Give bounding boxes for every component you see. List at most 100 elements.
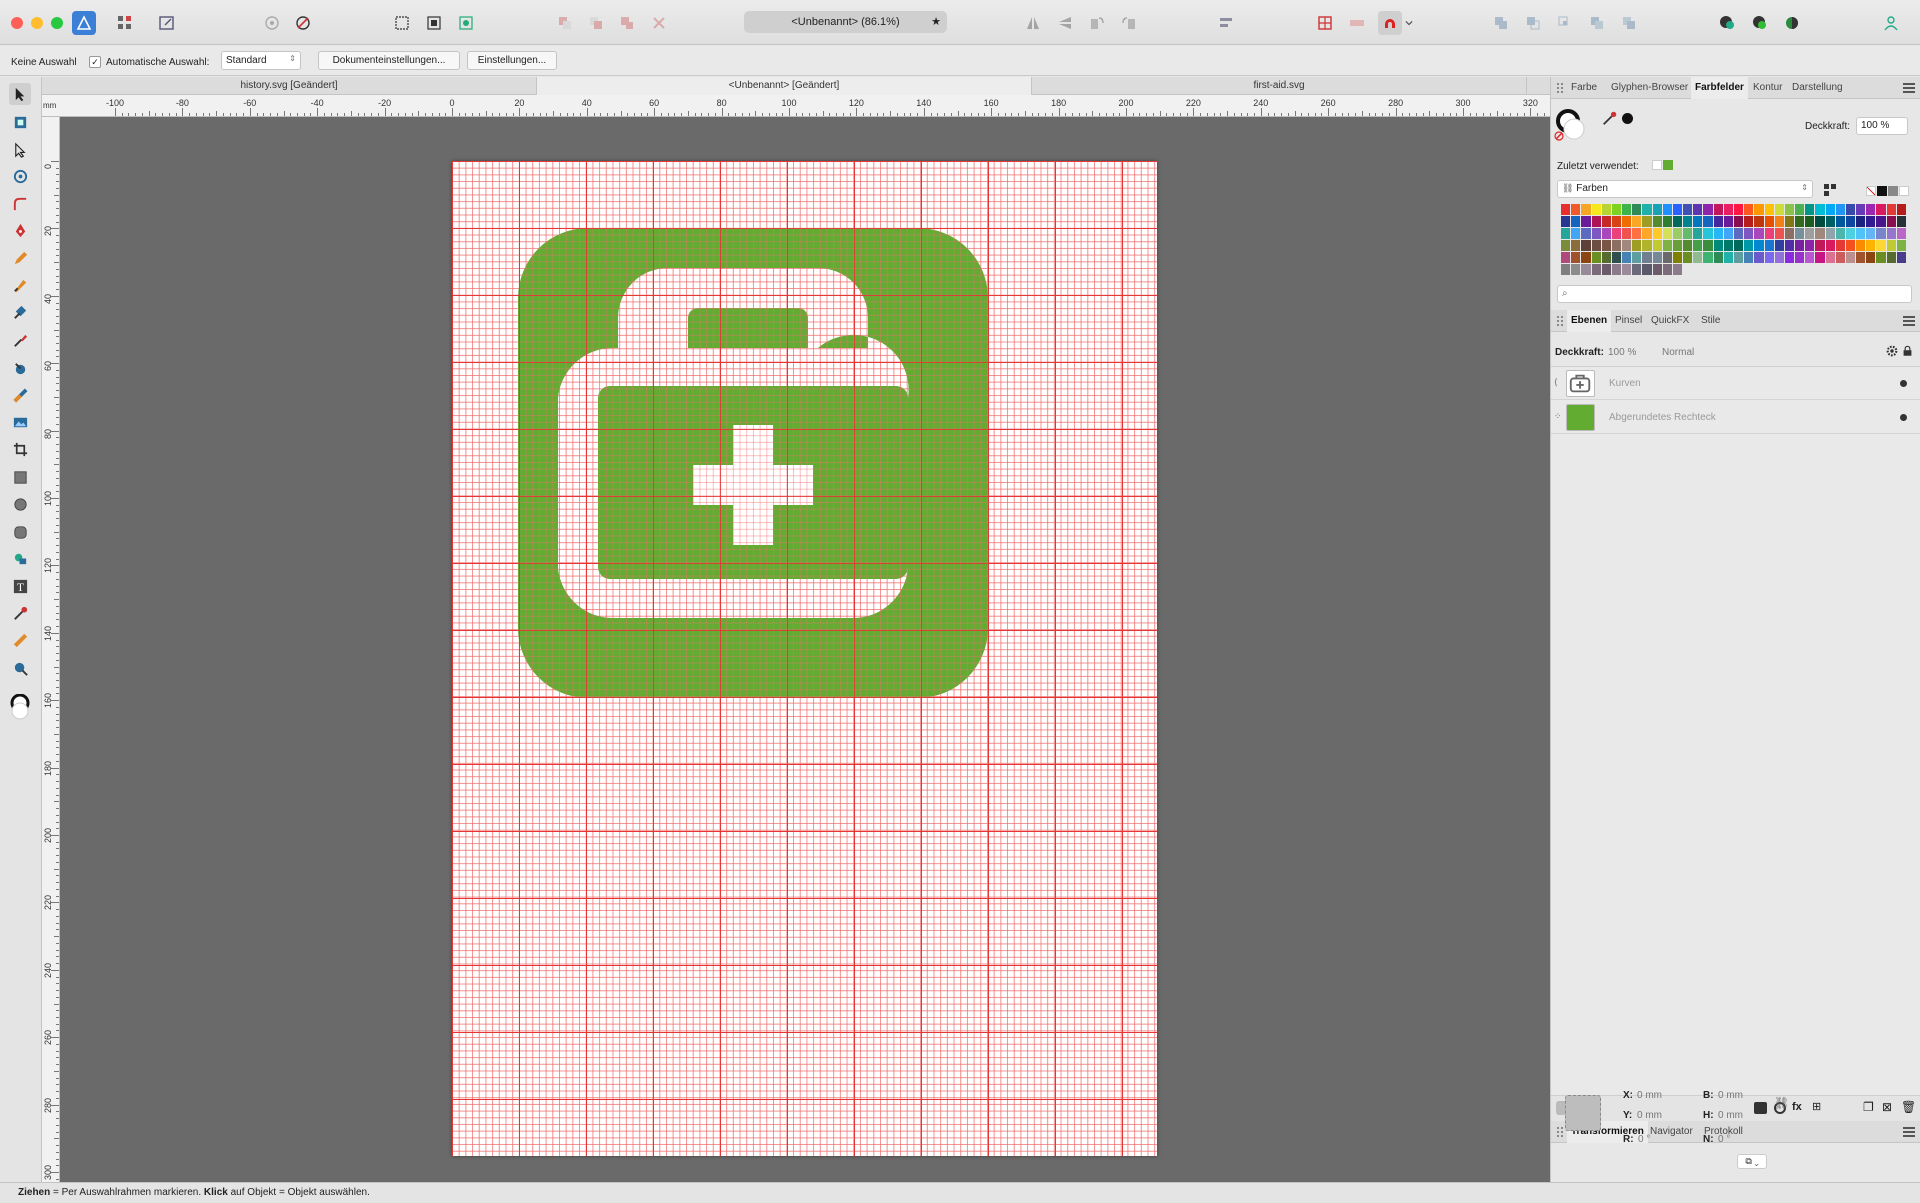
color-swatch[interactable] — [1561, 240, 1571, 251]
white-swatch[interactable] — [1899, 186, 1909, 196]
anchor-selector-icon[interactable] — [1565, 1095, 1601, 1131]
color-swatch[interactable] — [1601, 252, 1611, 263]
preview-mode-icon[interactable] — [1780, 11, 1804, 35]
layer-visibility-icon[interactable] — [1900, 380, 1907, 387]
color-swatch[interactable] — [1591, 204, 1601, 215]
color-swatch[interactable] — [1876, 204, 1886, 215]
color-swatch[interactable] — [1591, 228, 1601, 239]
canvas-area[interactable] — [60, 117, 1550, 1182]
color-swatch[interactable] — [1835, 216, 1845, 227]
color-swatch[interactable] — [1734, 240, 1744, 251]
color-swatch[interactable] — [1622, 252, 1632, 263]
point-transform-tool-icon[interactable] — [9, 165, 31, 187]
color-swatch[interactable] — [1754, 204, 1764, 215]
ellipse-tool-icon[interactable] — [9, 493, 31, 515]
color-swatch[interactable] — [1744, 216, 1754, 227]
fill-stroke-selector-icon[interactable] — [1554, 107, 1594, 143]
color-swatch[interactable] — [1561, 216, 1571, 227]
tab-darstellung[interactable]: Darstellung — [1788, 77, 1847, 99]
document-settings-button[interactable]: Dokumenteinstellungen... — [318, 51, 460, 70]
color-swatch[interactable] — [1886, 216, 1896, 227]
color-swatch[interactable] — [1622, 228, 1632, 239]
snapping-dropdown-chevron-icon[interactable] — [1402, 11, 1416, 35]
color-swatch[interactable] — [1815, 204, 1825, 215]
color-swatch[interactable] — [1581, 228, 1591, 239]
color-swatch[interactable] — [1642, 204, 1652, 215]
color-swatch[interactable] — [1703, 204, 1713, 215]
color-swatch[interactable] — [1571, 204, 1581, 215]
color-swatch[interactable] — [1703, 252, 1713, 263]
color-swatch[interactable] — [1866, 228, 1876, 239]
color-swatch[interactable] — [1815, 240, 1825, 251]
color-swatch[interactable] — [1805, 228, 1815, 239]
layer-expand-icon[interactable]: ⁘ — [1554, 411, 1562, 422]
color-swatch[interactable] — [1856, 252, 1866, 263]
color-swatch-grid[interactable] — [1561, 204, 1906, 275]
panel-menu-icon[interactable] — [1903, 1127, 1915, 1137]
color-swatch[interactable] — [1876, 228, 1886, 239]
color-swatch[interactable] — [1662, 252, 1672, 263]
b-value-field[interactable]: 0 mm — [1718, 1090, 1743, 1101]
color-swatch[interactable] — [1683, 240, 1693, 251]
boolean-add-icon[interactable] — [1489, 11, 1513, 35]
palette-grid-view-icon[interactable] — [1823, 183, 1837, 197]
color-swatch[interactable] — [1642, 252, 1652, 263]
zoom-tool-icon[interactable] — [9, 657, 31, 679]
color-swatch[interactable] — [1632, 216, 1642, 227]
color-swatch[interactable] — [1835, 252, 1845, 263]
color-swatch[interactable] — [1784, 228, 1795, 239]
color-swatch[interactable] — [1764, 228, 1774, 239]
color-swatch[interactable] — [1744, 204, 1754, 215]
rectangle-tool-icon[interactable] — [9, 466, 31, 488]
color-swatch[interactable] — [1723, 252, 1733, 263]
h-value-field[interactable]: 0 mm — [1718, 1110, 1743, 1121]
vector-brush-tool-icon[interactable] — [9, 274, 31, 296]
swatch-search-input[interactable]: ⌕ — [1557, 285, 1912, 303]
gray-swatch[interactable] — [1888, 186, 1898, 196]
layer-visibility-icon[interactable] — [1900, 414, 1907, 421]
recent-swatch-green[interactable] — [1663, 160, 1673, 170]
add-layer-icon[interactable]: ❐ — [1863, 1100, 1874, 1114]
move-tool-icon[interactable] — [9, 83, 31, 105]
rotate-left-icon[interactable] — [1085, 11, 1109, 35]
color-swatch[interactable] — [1571, 228, 1581, 239]
move-forward-icon[interactable] — [584, 11, 608, 35]
color-swatch[interactable] — [1672, 228, 1683, 239]
color-swatch[interactable] — [1795, 204, 1805, 215]
color-swatch[interactable] — [1774, 228, 1784, 239]
color-swatch[interactable] — [1713, 204, 1723, 215]
swatch-opacity-field[interactable]: 100 % — [1856, 117, 1908, 135]
color-swatch[interactable] — [1734, 228, 1744, 239]
color-swatch[interactable] — [1825, 204, 1835, 215]
color-swatch[interactable] — [1693, 228, 1703, 239]
color-swatch[interactable] — [1693, 240, 1703, 251]
color-swatch[interactable] — [1784, 240, 1795, 251]
color-swatch[interactable] — [1876, 216, 1886, 227]
rounded-rectangle-tool-icon[interactable] — [9, 521, 31, 543]
color-swatch[interactable] — [1601, 228, 1611, 239]
x-value-field[interactable]: 0 mm — [1637, 1090, 1662, 1101]
mask-layer-icon[interactable] — [1754, 1102, 1767, 1114]
color-swatch[interactable] — [1713, 228, 1723, 239]
color-swatch[interactable] — [1632, 228, 1642, 239]
export-persona-icon[interactable] — [155, 11, 179, 35]
link-proportions-icon[interactable]: ⛓ — [1774, 1096, 1789, 1110]
color-swatch[interactable] — [1571, 264, 1581, 275]
color-swatch[interactable] — [1774, 216, 1784, 227]
color-swatch[interactable] — [1795, 252, 1805, 263]
color-swatch[interactable] — [1866, 204, 1876, 215]
color-swatch[interactable] — [1896, 252, 1906, 263]
color-swatch[interactable] — [1622, 216, 1632, 227]
flip-horizontal-icon[interactable] — [1021, 11, 1045, 35]
color-swatch[interactable] — [1856, 204, 1866, 215]
corner-tool-icon[interactable] — [9, 193, 31, 215]
color-swatch[interactable] — [1632, 252, 1642, 263]
pen-tool-icon[interactable] — [9, 219, 31, 241]
color-swatch[interactable] — [1896, 216, 1906, 227]
live-filter-icon[interactable]: ⊞ — [1812, 1100, 1821, 1113]
color-swatch[interactable] — [1784, 204, 1795, 215]
color-swatch[interactable] — [1886, 228, 1896, 239]
color-swatch[interactable] — [1866, 240, 1876, 251]
y-value-field[interactable]: 0 mm — [1637, 1110, 1662, 1121]
tab-glyphen-browser[interactable]: Glyphen-Browser — [1607, 77, 1692, 99]
